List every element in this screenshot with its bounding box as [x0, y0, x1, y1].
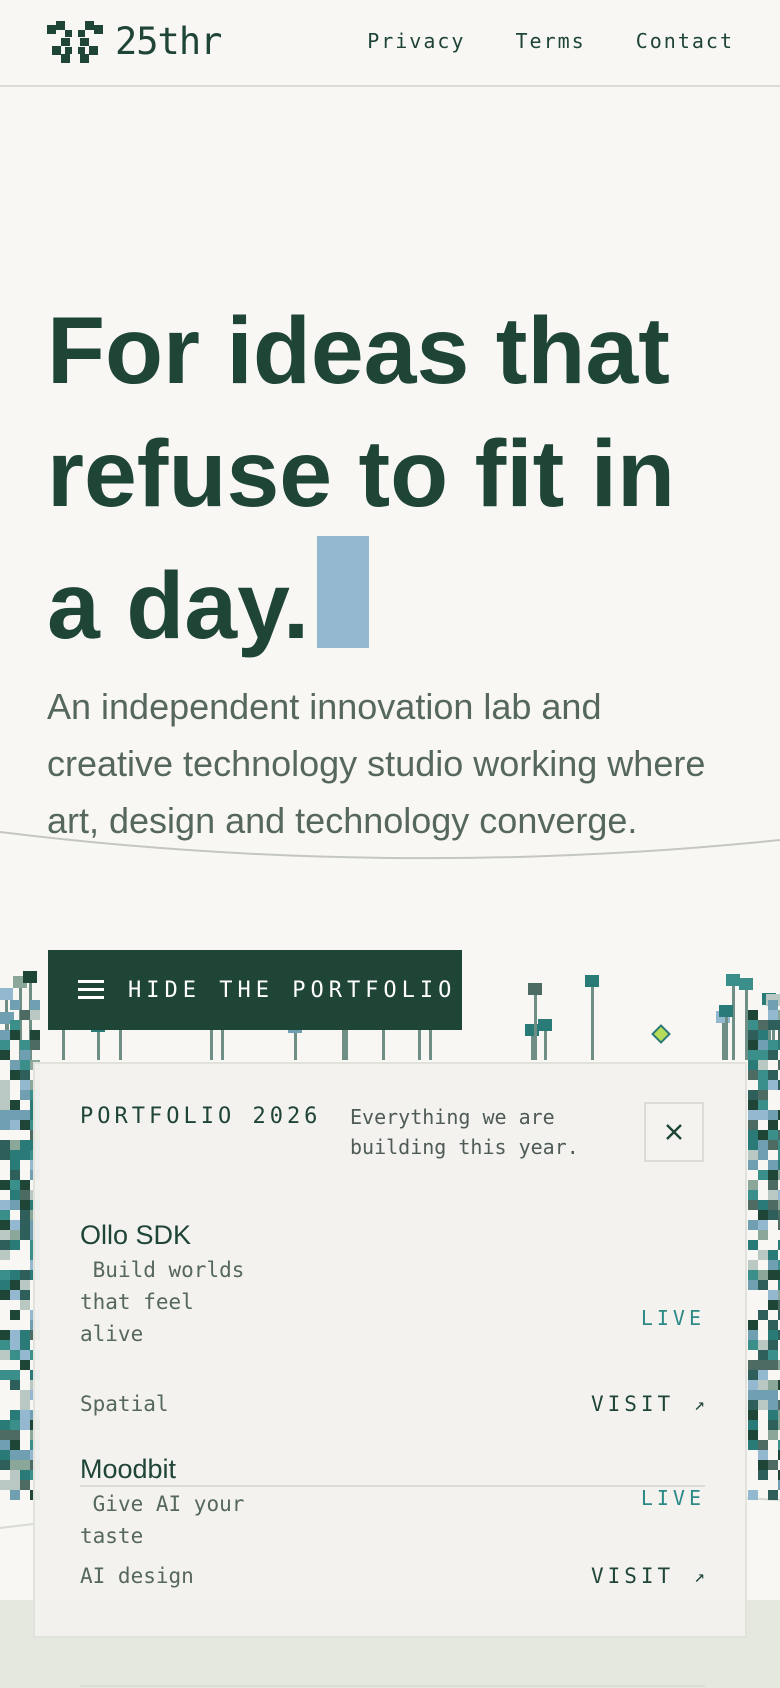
close-icon [666, 1124, 682, 1140]
nav-terms[interactable]: Terms [515, 29, 585, 53]
portfolio-item-ollo-sdk: Ollo SDK Build worlds that feel alive LI… [80, 1218, 705, 1487]
nav-contact[interactable]: Contact [636, 29, 734, 53]
visit-label: VISIT [590, 1564, 675, 1588]
text-cursor-block [317, 536, 370, 648]
hide-portfolio-label: HIDE THE PORTFOLIO [128, 977, 457, 1003]
portfolio-panel: PORTFOLIO 2026 Everything we are buildin… [33, 1062, 747, 1687]
logo-mark-icon [47, 21, 103, 63]
close-portfolio-button[interactable] [644, 1102, 704, 1162]
hero-subtitle: An independent innovation lab and creati… [47, 686, 706, 841]
visit-label: VISIT [590, 1392, 675, 1416]
site-header: 25thr Privacy Terms Contact [0, 0, 780, 87]
logo-text: 25thr [115, 20, 222, 63]
visit-link[interactable]: VISIT ↗ [591, 1392, 705, 1416]
status-badge: LIVE [640, 1486, 705, 1510]
portfolio-description: Everything we are building this year. [350, 1105, 579, 1159]
portfolio-title: PORTFOLIO 2026 [80, 1104, 322, 1129]
logo[interactable]: 25thr [47, 20, 222, 63]
top-nav: Privacy Terms Contact [367, 29, 734, 53]
status-badge: LIVE [640, 1306, 705, 1330]
portfolio-item-tagline: Build worlds that feel alive [80, 1258, 258, 1346]
hide-portfolio-button[interactable]: HIDE THE PORTFOLIO [48, 950, 462, 1030]
visit-link[interactable]: VISIT ↗ [591, 1564, 705, 1588]
hero-title: For ideas that refuse to fit in a day. [47, 290, 747, 668]
portfolio-item-name: Moodbit [80, 1454, 177, 1484]
portfolio-item-tagline: Give AI your taste [80, 1492, 258, 1548]
external-arrow-icon: ↗ [694, 1565, 705, 1587]
external-arrow-icon: ↗ [694, 1393, 705, 1415]
portfolio-item-category: Spatial [80, 1392, 169, 1416]
portfolio-item-name: Ollo SDK [80, 1220, 192, 1250]
portfolio-item-category: AI design [80, 1564, 194, 1588]
menu-icon [78, 980, 104, 1000]
nav-privacy[interactable]: Privacy [367, 29, 465, 53]
portfolio-item-moodbit: Moodbit Give AI your taste LIVE AI desig… [80, 1452, 705, 1687]
